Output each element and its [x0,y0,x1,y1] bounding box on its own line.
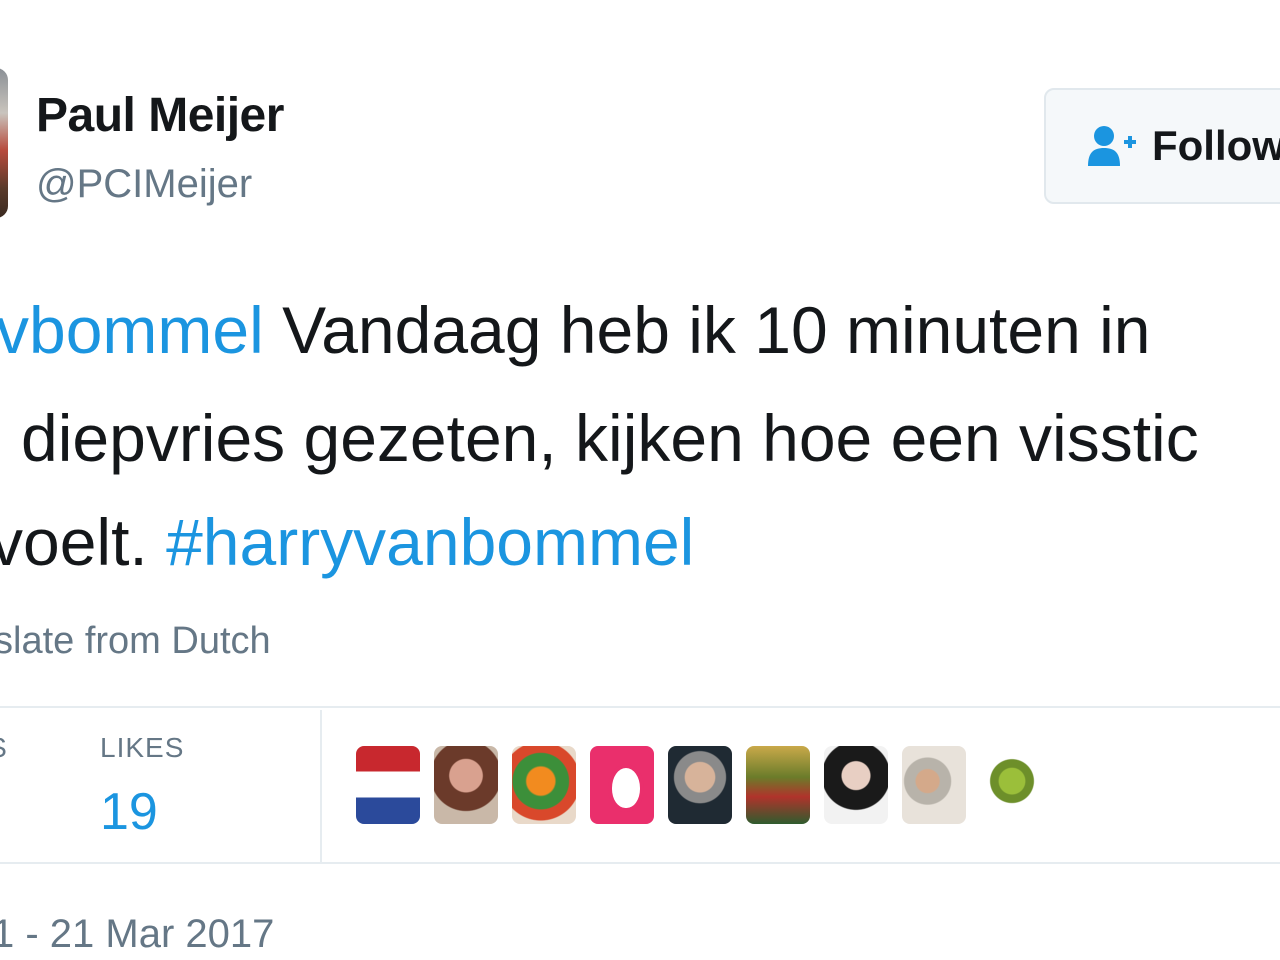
tweet-line-1: vbommel Vandaag heb ik 10 minuten in [0,292,1151,368]
liker-avatar[interactable] [902,746,966,824]
liker-avatar[interactable] [434,746,498,824]
follow-label: Follow [1152,122,1280,169]
tweet-text-3: voelt. [0,505,167,579]
author-avatar[interactable] [0,68,8,218]
tweet-line-2: n diepvries gezeten, kijken hoe een viss… [0,401,1199,475]
add-user-icon [1088,126,1136,166]
liker-avatar[interactable] [590,746,654,824]
liker-avatar[interactable] [668,746,732,824]
stats-divider-top [0,706,1280,708]
retweets-label[interactable]: TS [0,732,8,764]
tweet-text-1: Vandaag heb ik 10 minuten in [263,293,1151,367]
tweet-line-3: voelt. #harryvanbommel [0,504,694,580]
liker-avatar[interactable] [356,746,420,824]
liker-avatar[interactable] [980,746,1044,824]
hashtag-link[interactable]: #harryvanbommel [166,505,694,579]
mention-link[interactable]: vbommel [0,293,264,367]
likes-count[interactable]: 19 [100,782,158,842]
tweet-timestamp[interactable]: 1 - 21 Mar 2017 [0,912,274,957]
translate-link[interactable]: slate from Dutch [0,620,271,663]
follow-button[interactable]: Follow [1044,88,1280,204]
liker-avatar[interactable] [512,746,576,824]
author-name[interactable]: Paul Meijer [36,88,284,143]
liker-avatar[interactable] [824,746,888,824]
author-handle[interactable]: @PCIMeijer [36,162,252,207]
stats-divider-vertical [320,710,322,862]
stats-divider-bottom [0,862,1280,864]
egg-icon [608,764,644,812]
likes-label[interactable]: LIKES [100,732,184,764]
liker-avatar[interactable] [746,746,810,824]
